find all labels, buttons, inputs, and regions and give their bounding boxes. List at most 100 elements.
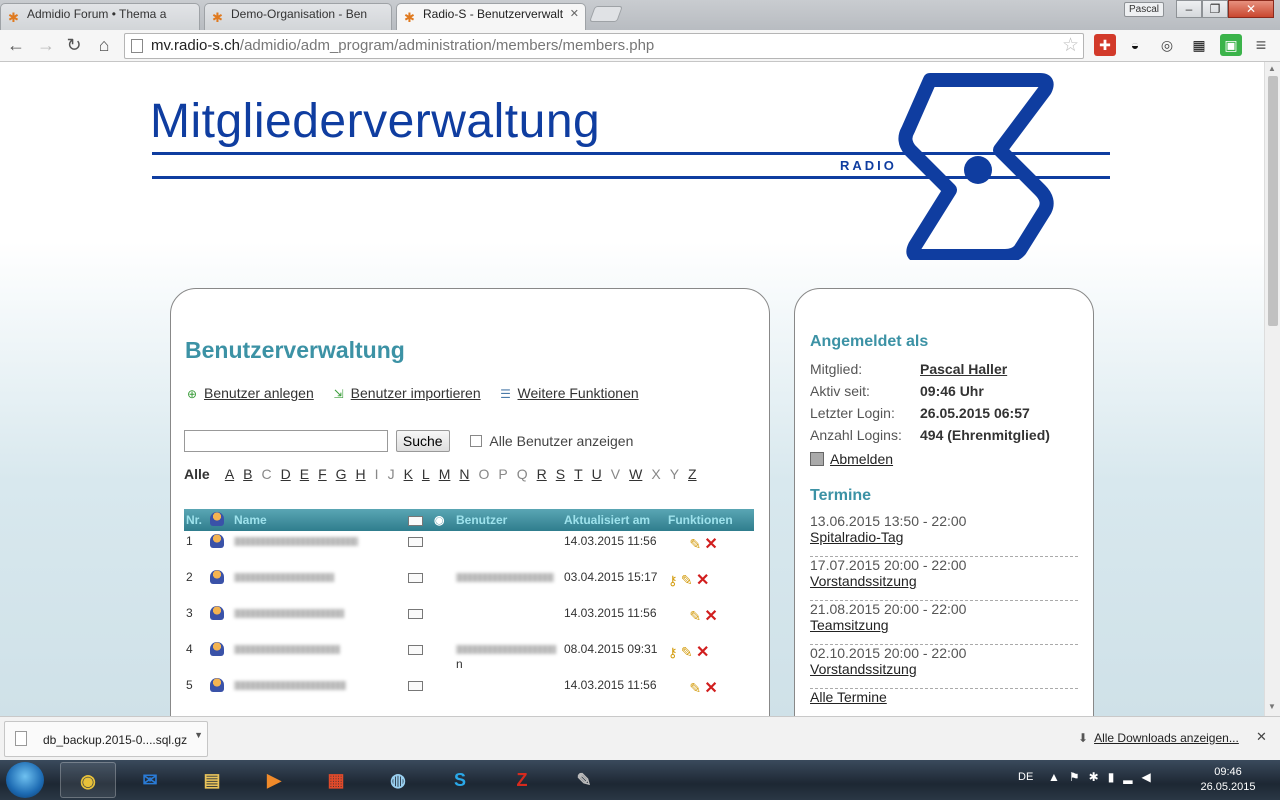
close-window-button[interactable]: ✕ bbox=[1228, 0, 1274, 18]
table-row[interactable]: 1 14.03.2015 11:56 ✎ ✕ bbox=[184, 531, 754, 567]
extension-badge-icon[interactable]: ✚ bbox=[1094, 34, 1116, 56]
bookmark-star-icon[interactable]: ☆ bbox=[1062, 34, 1079, 57]
edit-icon[interactable]: ✎ bbox=[681, 644, 693, 660]
letter-a[interactable]: A bbox=[225, 466, 234, 482]
qr-code-icon[interactable]: ▦ bbox=[1188, 34, 1210, 56]
delete-icon[interactable]: ✕ bbox=[704, 536, 717, 553]
tab-demo-organisation[interactable]: ✱ Demo-Organisation - Ben bbox=[204, 3, 392, 30]
letter-b[interactable]: B bbox=[243, 466, 252, 482]
member-name-link[interactable] bbox=[234, 573, 334, 582]
member-name-link[interactable] bbox=[234, 609, 344, 618]
col-name[interactable]: Name bbox=[232, 509, 406, 531]
event-link[interactable]: Vorstandssitzung bbox=[810, 661, 1078, 677]
search-button[interactable]: Suche bbox=[395, 430, 450, 452]
letter-h[interactable]: H bbox=[356, 466, 366, 482]
edit-icon[interactable]: ✎ bbox=[689, 680, 701, 696]
letter-n[interactable]: N bbox=[459, 466, 469, 482]
clock[interactable]: 09:46 26.05.2015 bbox=[1196, 765, 1260, 795]
edit-icon[interactable]: ✎ bbox=[689, 608, 701, 624]
member-name-link[interactable] bbox=[234, 681, 346, 690]
email-icon[interactable] bbox=[408, 609, 423, 619]
member-name-link[interactable] bbox=[234, 537, 358, 546]
show-all-checkbox[interactable] bbox=[470, 435, 483, 447]
table-row[interactable]: 2 03.04.2015 15:17 ⚷ ✎ ✕ bbox=[184, 567, 754, 603]
more-functions-link[interactable]: Weitere Funktionen bbox=[518, 385, 639, 401]
add-user-link[interactable]: Benutzer anlegen bbox=[204, 385, 314, 401]
edit-icon[interactable]: ✎ bbox=[681, 572, 693, 588]
new-tab-button[interactable] bbox=[589, 6, 623, 22]
letter-e[interactable]: E bbox=[300, 466, 309, 482]
minimize-button[interactable]: – bbox=[1176, 0, 1202, 18]
home-icon[interactable]: ⌂ bbox=[92, 33, 116, 57]
letter-s[interactable]: S bbox=[556, 466, 565, 482]
table-row[interactable]: 5 14.03.2015 11:56 ✎ ✕ bbox=[184, 675, 754, 711]
letter-m[interactable]: M bbox=[439, 466, 451, 482]
reload-icon[interactable]: ↻ bbox=[62, 33, 86, 57]
letter-r[interactable]: R bbox=[537, 466, 547, 482]
menu-icon[interactable]: ≡ bbox=[1250, 34, 1272, 56]
col-nr[interactable]: Nr. bbox=[184, 509, 208, 531]
table-row[interactable]: 4 n 08.04.2015 09:31 ⚷ ✎ ✕ bbox=[184, 639, 754, 675]
letter-l[interactable]: L bbox=[422, 466, 430, 482]
media-player-taskbar-icon[interactable]: ▶ bbox=[246, 762, 302, 798]
email-icon[interactable] bbox=[408, 645, 423, 655]
network-app-taskbar-icon[interactable]: ◍ bbox=[370, 762, 426, 798]
download-item[interactable]: db_backup.2015-0....sql.gz ▼ bbox=[4, 721, 208, 757]
wifi-extension-icon[interactable]: ◒ bbox=[1124, 34, 1146, 56]
member-name-link[interactable] bbox=[234, 645, 340, 654]
letter-g[interactable]: G bbox=[336, 466, 347, 482]
table-row[interactable]: 3 14.03.2015 11:56 ✎ ✕ bbox=[184, 603, 754, 639]
tab-close-icon[interactable]: ✕ bbox=[570, 4, 579, 25]
language-indicator[interactable]: DE bbox=[1018, 771, 1033, 783]
scroll-down-icon[interactable]: ▼ bbox=[1268, 702, 1276, 711]
chevron-down-icon[interactable]: ▼ bbox=[194, 730, 203, 740]
email-icon[interactable] bbox=[408, 573, 423, 583]
tab-radio-s[interactable]: ✱ Radio-S - Benutzerverwalt ✕ bbox=[396, 3, 586, 30]
all-events-link[interactable]: Alle Termine bbox=[810, 689, 887, 705]
address-bar[interactable]: mv.radio-s.ch/admidio/adm_program/admini… bbox=[124, 33, 1084, 59]
green-extension-icon[interactable]: ▣ bbox=[1220, 34, 1242, 56]
filezilla-taskbar-icon[interactable]: Z bbox=[494, 762, 550, 798]
page-scrollbar[interactable]: ▲ ▼ bbox=[1264, 62, 1280, 716]
scrollbar-thumb[interactable] bbox=[1268, 76, 1278, 326]
skype-taskbar-icon[interactable]: S bbox=[432, 762, 488, 798]
letter-all[interactable]: Alle bbox=[184, 466, 210, 482]
event-link[interactable]: Spitalradio-Tag bbox=[810, 529, 1078, 545]
letter-z[interactable]: Z bbox=[688, 466, 697, 482]
profile-button[interactable]: Pascal bbox=[1124, 2, 1164, 17]
col-user[interactable]: Benutzer bbox=[454, 509, 562, 531]
delete-icon[interactable]: ✕ bbox=[704, 608, 717, 625]
key-icon[interactable]: ⚷ bbox=[668, 645, 678, 660]
film-extension-icon[interactable]: ◎ bbox=[1156, 34, 1178, 56]
letter-u[interactable]: U bbox=[592, 466, 602, 482]
event-link[interactable]: Vorstandssitzung bbox=[810, 573, 1078, 589]
letter-t[interactable]: T bbox=[574, 466, 583, 482]
letter-d[interactable]: D bbox=[281, 466, 291, 482]
key-icon[interactable]: ⚷ bbox=[668, 573, 678, 588]
tab-admidio-forum[interactable]: ✱ Admidio Forum • Thema a bbox=[0, 3, 200, 30]
import-users-link[interactable]: Benutzer importieren bbox=[351, 385, 481, 401]
email-icon[interactable] bbox=[408, 537, 423, 547]
letter-f[interactable]: F bbox=[318, 466, 327, 482]
show-all-downloads-link[interactable]: ⬇ Alle Downloads anzeigen... bbox=[1078, 731, 1239, 745]
scroll-up-icon[interactable]: ▲ bbox=[1268, 64, 1276, 73]
logout-link[interactable]: Abmelden bbox=[810, 451, 893, 467]
maximize-button[interactable]: ❐ bbox=[1202, 0, 1228, 18]
explorer-taskbar-icon[interactable]: ▤ bbox=[184, 762, 240, 798]
delete-icon[interactable]: ✕ bbox=[704, 680, 717, 697]
member-name-link[interactable]: Pascal Haller bbox=[920, 361, 1007, 383]
gimp-taskbar-icon[interactable]: ✎ bbox=[556, 762, 612, 798]
apps-grid-taskbar-icon[interactable]: ▦ bbox=[308, 762, 364, 798]
outlook-taskbar-icon[interactable]: ✉ bbox=[122, 762, 178, 798]
search-input[interactable] bbox=[184, 430, 388, 452]
back-arrow-icon[interactable]: ← bbox=[4, 33, 28, 57]
col-updated[interactable]: Aktualisiert am bbox=[562, 509, 666, 531]
letter-w[interactable]: W bbox=[629, 466, 642, 482]
tray-icons[interactable]: ▲⚑✱▮▂◀ bbox=[1048, 770, 1198, 784]
edit-icon[interactable]: ✎ bbox=[689, 536, 701, 552]
delete-icon[interactable]: ✕ bbox=[696, 644, 709, 661]
start-button[interactable] bbox=[6, 762, 44, 798]
delete-icon[interactable]: ✕ bbox=[696, 572, 709, 589]
close-download-bar-icon[interactable]: ✕ bbox=[1256, 729, 1267, 745]
email-icon[interactable] bbox=[408, 681, 423, 691]
